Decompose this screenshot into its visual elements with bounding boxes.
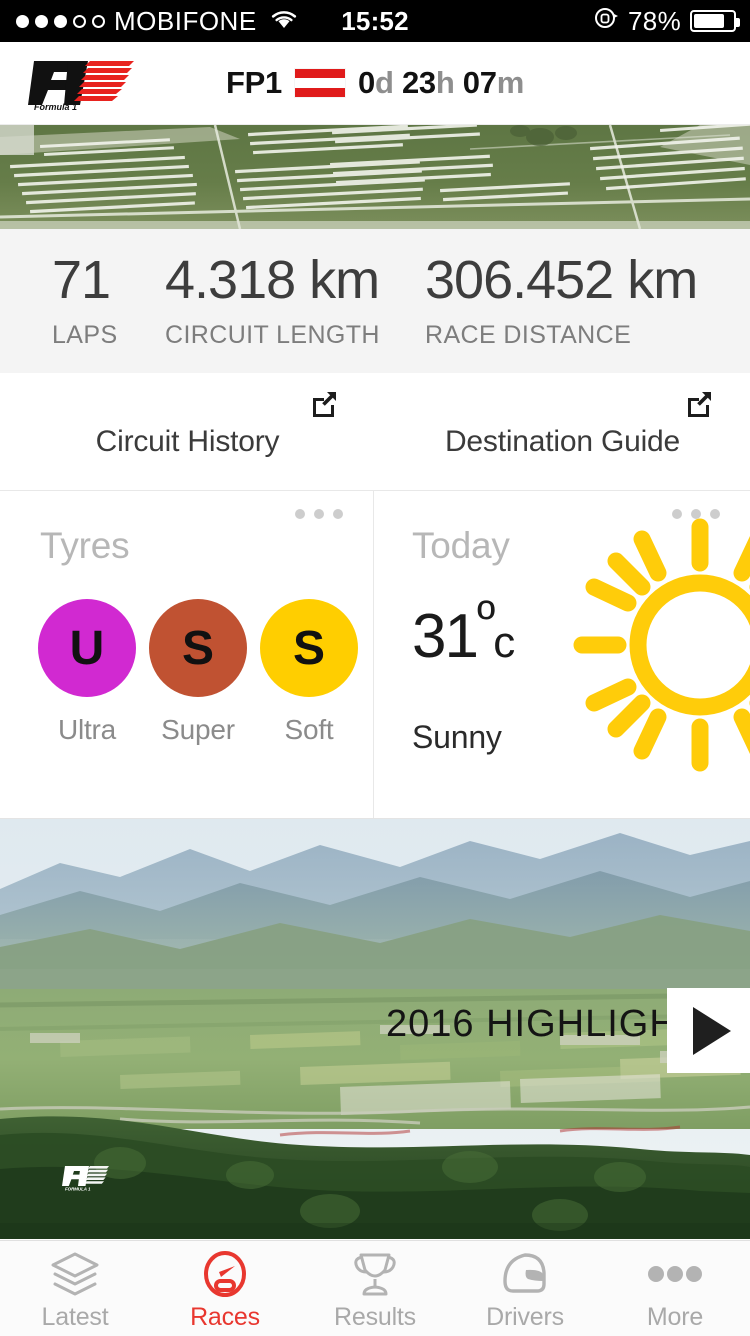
tyres-card-title: Tyres — [40, 525, 130, 566]
tab-latest[interactable]: Latest — [0, 1241, 150, 1336]
tab-races[interactable]: Races — [150, 1241, 300, 1336]
play-button[interactable] — [667, 988, 750, 1073]
layers-icon — [47, 1250, 103, 1298]
stat-race-distance: 306.452 km RACE DISTANCE — [425, 250, 698, 350]
play-icon — [692, 1006, 731, 1055]
tyre-name: Super — [161, 714, 235, 745]
session-label: FP1 — [226, 65, 283, 100]
tyre-name: Soft — [284, 714, 334, 745]
f1-logo: Formula 1 — [28, 55, 146, 112]
svg-text:Formula 1: Formula 1 — [34, 102, 77, 111]
tyre-letter: U — [38, 599, 136, 697]
helmet-icon — [497, 1250, 553, 1298]
ellipsis-icon — [640, 1250, 710, 1298]
stat-value: 4.318 km — [165, 250, 380, 311]
tyre-letter: S — [149, 599, 247, 697]
stat-label: RACE DISTANCE — [425, 320, 632, 349]
status-bar: MOBIFONE 15:52 78% — [0, 0, 750, 42]
tab-drivers[interactable]: Drivers — [450, 1241, 600, 1336]
tab-label: Drivers — [486, 1303, 564, 1331]
tab-label: Races — [190, 1303, 260, 1331]
stat-label: LAPS — [52, 320, 118, 349]
weather-card[interactable]: Today 31ºc Sunny — [374, 491, 750, 818]
speedometer-icon — [197, 1250, 253, 1298]
circuit-hero-image[interactable] — [0, 125, 750, 229]
battery-icon — [690, 10, 740, 32]
link-label: Destination Guide — [444, 424, 681, 458]
info-cards: Tyres U Ultra S Super S Soft Today 31ºc … — [0, 491, 750, 819]
link-label: Circuit History — [95, 424, 280, 458]
destination-guide-link[interactable]: Destination Guide — [375, 373, 750, 490]
countdown-hours: 23 — [401, 65, 436, 100]
tyre-compound-soft: S Soft — [260, 599, 358, 746]
weather-condition: Sunny — [412, 719, 502, 755]
countdown-minutes: 07 — [462, 65, 497, 100]
tab-results[interactable]: Results — [300, 1241, 450, 1336]
stat-value: 71 — [52, 250, 111, 311]
stat-label: CIRCUIT LENGTH — [165, 320, 380, 349]
external-link-icon — [684, 389, 714, 424]
tyres-card[interactable]: Tyres U Ultra S Super S Soft — [0, 491, 374, 818]
stat-circuit-length: 4.318 km CIRCUIT LENGTH — [165, 252, 425, 350]
bottom-tab-bar: Latest Races Results Drivers More — [0, 1240, 750, 1336]
austria-flag-icon — [295, 69, 346, 97]
circuit-history-link[interactable]: Circuit History — [0, 373, 375, 490]
stat-value: 306.452 km — [425, 250, 698, 311]
tab-label: More — [646, 1303, 704, 1331]
tab-label: Results — [334, 1303, 416, 1331]
info-links: Circuit History Destination Guide — [0, 373, 750, 491]
kebab-menu-icon[interactable] — [295, 509, 343, 519]
tyre-compound-super: S Super — [149, 599, 247, 746]
countdown-timer: 0d 23h 07m — [358, 65, 524, 100]
circuit-stats: 71 LAPS 4.318 km CIRCUIT LENGTH 306.452 … — [0, 229, 750, 373]
external-link-icon — [309, 389, 339, 424]
weather-temperature: 31ºc — [412, 590, 515, 671]
app-header: Formula 1 FP1 0d 23h 07m — [0, 42, 750, 125]
tyre-compound-list: U Ultra S Super S Soft — [38, 599, 358, 746]
stat-laps: 71 LAPS — [52, 252, 165, 350]
sun-icon — [570, 515, 750, 780]
tyre-name: Ultra — [57, 714, 117, 745]
countdown-days: 0 — [358, 65, 375, 100]
weather-card-title: Today — [412, 525, 510, 566]
tyre-letter: S — [260, 599, 358, 697]
tab-more[interactable]: More — [600, 1241, 750, 1336]
trophy-icon — [347, 1250, 403, 1298]
clock: 15:52 — [341, 5, 409, 36]
svg-text:FORMULA 1: FORMULA 1 — [65, 1187, 91, 1192]
tyre-compound-ultra: U Ultra — [38, 599, 136, 746]
f1-watermark-logo: FORMULA 1 — [62, 1163, 114, 1196]
tab-label: Latest — [41, 1303, 109, 1331]
